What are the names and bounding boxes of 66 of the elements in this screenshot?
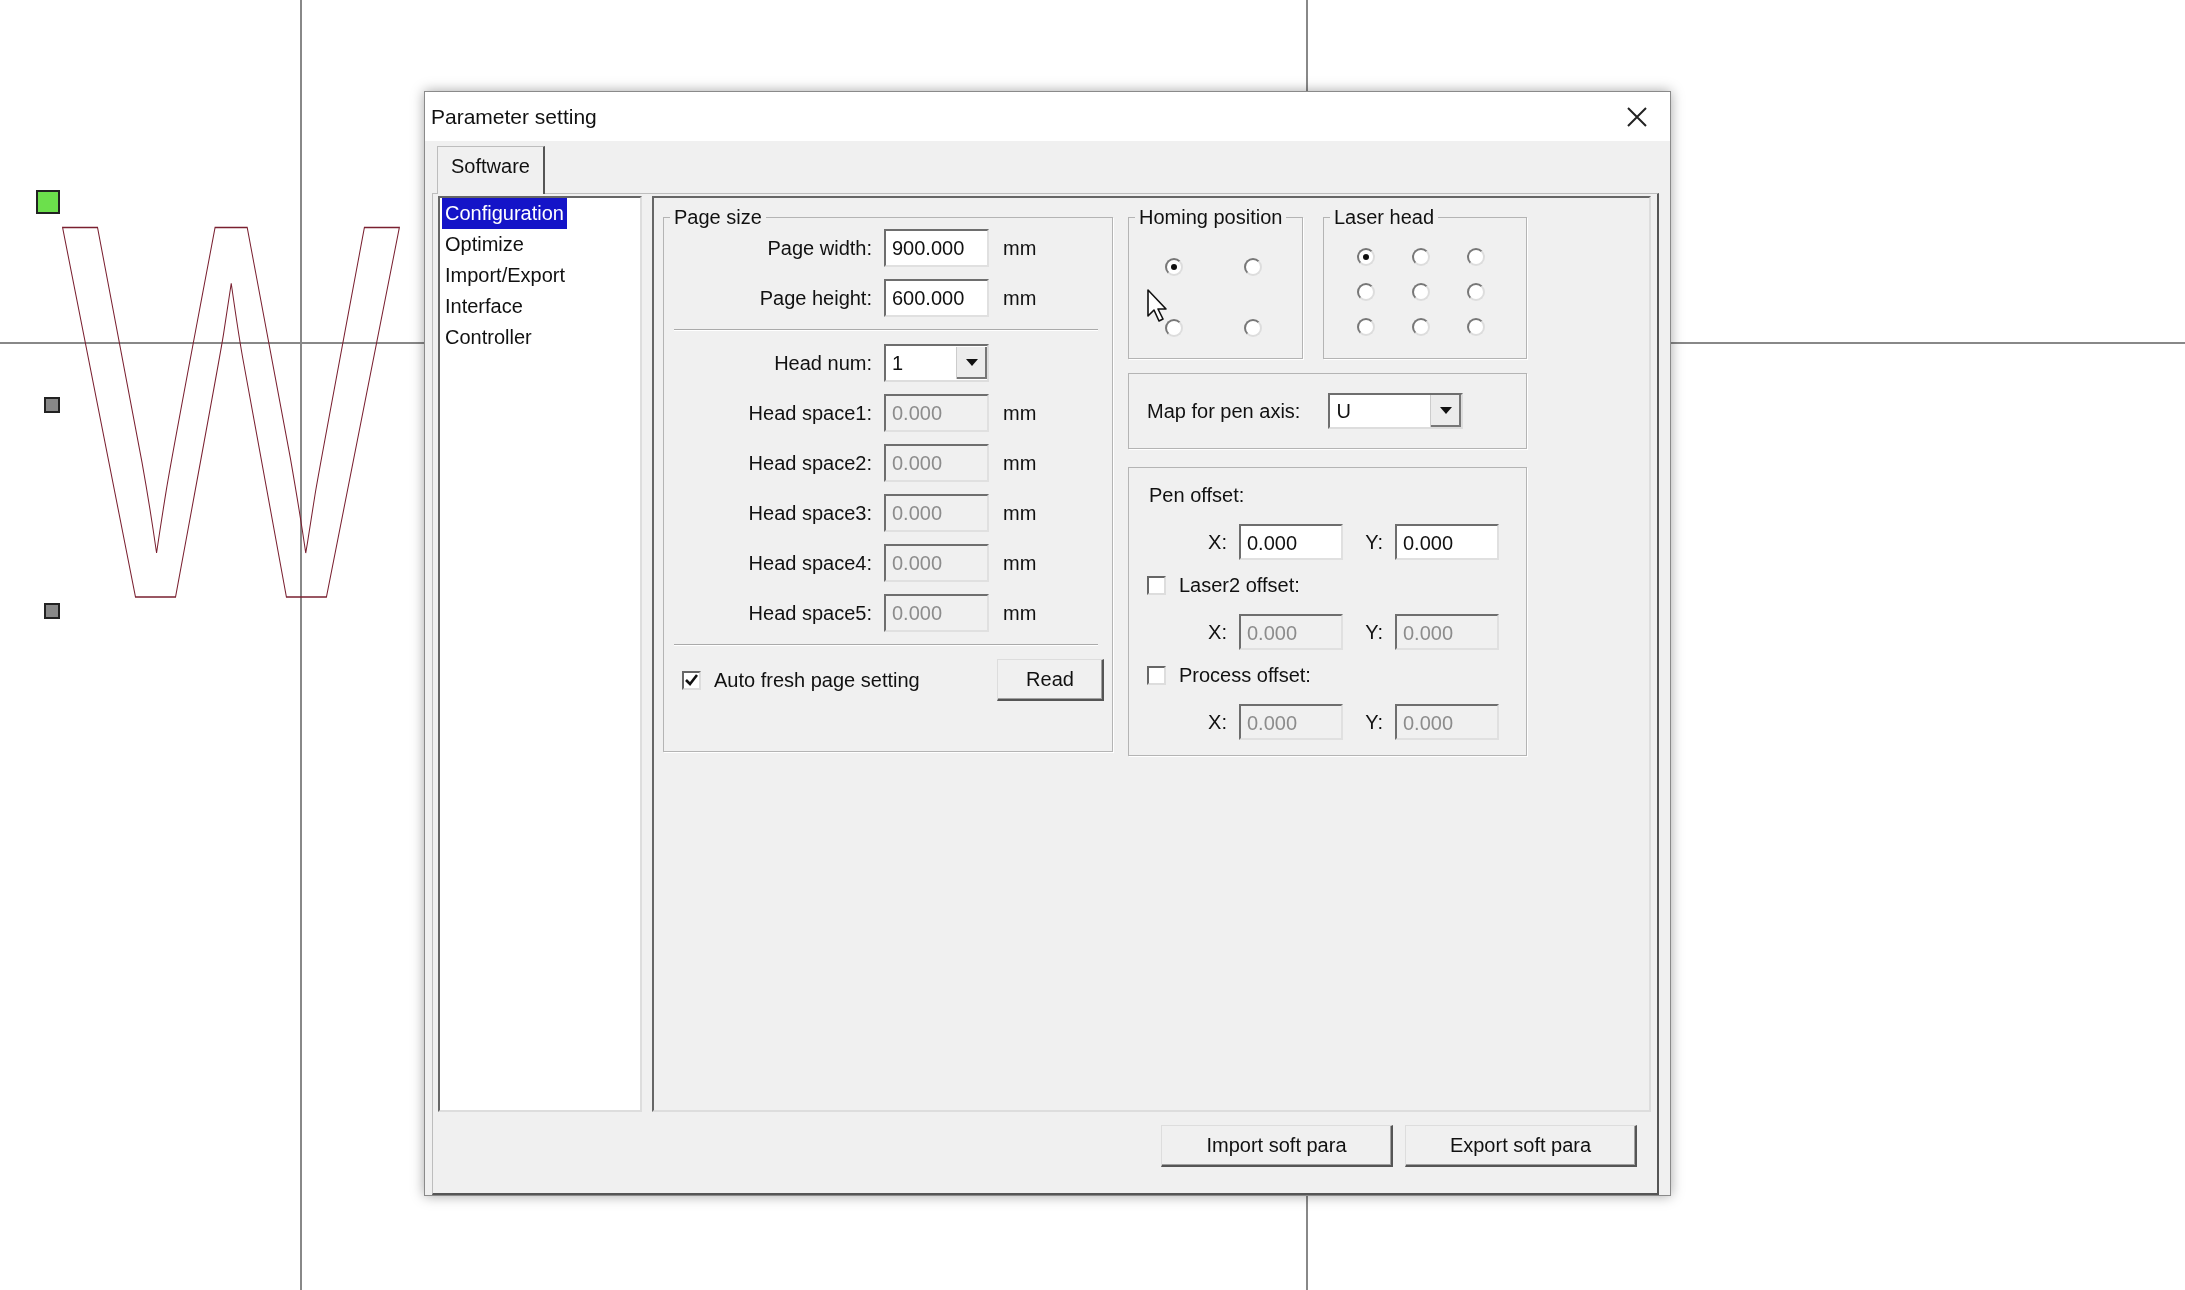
field-label: Y: bbox=[1364, 620, 1384, 644]
unit-label: mm bbox=[1003, 501, 1038, 525]
field-label: Y: bbox=[1364, 530, 1384, 554]
axis-dropdown[interactable]: U bbox=[1328, 393, 1464, 429]
unit-label: mm bbox=[1003, 601, 1038, 625]
radio-button[interactable] bbox=[1244, 258, 1262, 276]
window-title: Parameter setting bbox=[431, 104, 597, 129]
field-label: Head space3: bbox=[747, 501, 872, 525]
checkbox[interactable] bbox=[682, 670, 701, 690]
radio-button[interactable] bbox=[1244, 319, 1262, 337]
field-label: Y: bbox=[1364, 710, 1384, 734]
field-label: Head space1: bbox=[747, 401, 872, 425]
checkbox-label[interactable]: Auto fresh page setting bbox=[714, 668, 920, 692]
dropdown-arrow-icon bbox=[1430, 395, 1462, 427]
group-label: Laser head bbox=[1333, 206, 1436, 229]
checkmark-icon bbox=[685, 674, 698, 686]
radio-button[interactable] bbox=[1467, 318, 1485, 336]
section-label: Pen offset: bbox=[1148, 483, 1245, 507]
tab[interactable]: Software bbox=[437, 146, 545, 194]
field-label: Map for pen axis: bbox=[1147, 399, 1301, 423]
close-icon[interactable] bbox=[1626, 105, 1648, 128]
field-label: Page height: bbox=[758, 286, 872, 310]
unit-label: mm bbox=[1003, 551, 1038, 575]
radio-button[interactable] bbox=[1165, 319, 1183, 337]
radio-button[interactable] bbox=[1357, 283, 1375, 301]
radio-button[interactable] bbox=[1357, 248, 1375, 266]
group-label: Homing position bbox=[1138, 206, 1284, 229]
field-label: Page width: bbox=[766, 236, 872, 260]
canvas-letter: W bbox=[61, 212, 401, 610]
list-item[interactable]: Import/Export bbox=[442, 260, 569, 291]
unit-label: mm bbox=[1003, 286, 1038, 310]
unit-label: mm bbox=[1003, 451, 1038, 475]
selection-handle[interactable] bbox=[36, 190, 60, 214]
dropdown-arrow-icon bbox=[956, 347, 987, 379]
input-field[interactable]: 900.000 bbox=[884, 229, 989, 267]
read-button[interactable]: Read bbox=[997, 659, 1104, 701]
unit-label: mm bbox=[1003, 401, 1038, 425]
radio-button[interactable] bbox=[1412, 318, 1430, 336]
radio-button[interactable] bbox=[1165, 258, 1183, 276]
radio-button[interactable] bbox=[1412, 248, 1430, 266]
field-label: X: bbox=[1207, 710, 1228, 734]
list-item[interactable]: Controller bbox=[442, 322, 535, 353]
radio-button[interactable] bbox=[1357, 318, 1375, 336]
input-field[interactable]: 0.000 bbox=[1395, 524, 1499, 560]
head-count-dropdown[interactable]: 1 bbox=[884, 344, 989, 382]
field-label: Head space5: bbox=[747, 601, 872, 625]
input-field[interactable]: 0.000 bbox=[1239, 524, 1343, 560]
field-label: Head space4: bbox=[747, 551, 872, 575]
input-field[interactable]: 600.000 bbox=[884, 279, 989, 317]
field-label: X: bbox=[1207, 530, 1228, 554]
mouse-pointer-icon bbox=[1146, 288, 1170, 324]
list-item[interactable]: Interface bbox=[442, 291, 526, 322]
field-label: Head space2: bbox=[747, 451, 872, 475]
field-label: X: bbox=[1207, 620, 1228, 644]
radio-button[interactable] bbox=[1467, 283, 1485, 301]
list-item[interactable]: Optimize bbox=[442, 229, 527, 260]
action-button[interactable]: Import soft para bbox=[1161, 1125, 1393, 1167]
radio-button[interactable] bbox=[1412, 283, 1430, 301]
selection-handle[interactable] bbox=[44, 603, 60, 619]
list-item[interactable]: Configuration bbox=[442, 198, 567, 229]
group-label: Page size bbox=[673, 206, 763, 229]
unit-label: mm bbox=[1003, 236, 1038, 260]
field-label: Head num: bbox=[773, 351, 872, 375]
selection-handle[interactable] bbox=[44, 397, 60, 413]
action-button[interactable]: Export soft para bbox=[1405, 1125, 1637, 1167]
radio-button[interactable] bbox=[1467, 248, 1485, 266]
